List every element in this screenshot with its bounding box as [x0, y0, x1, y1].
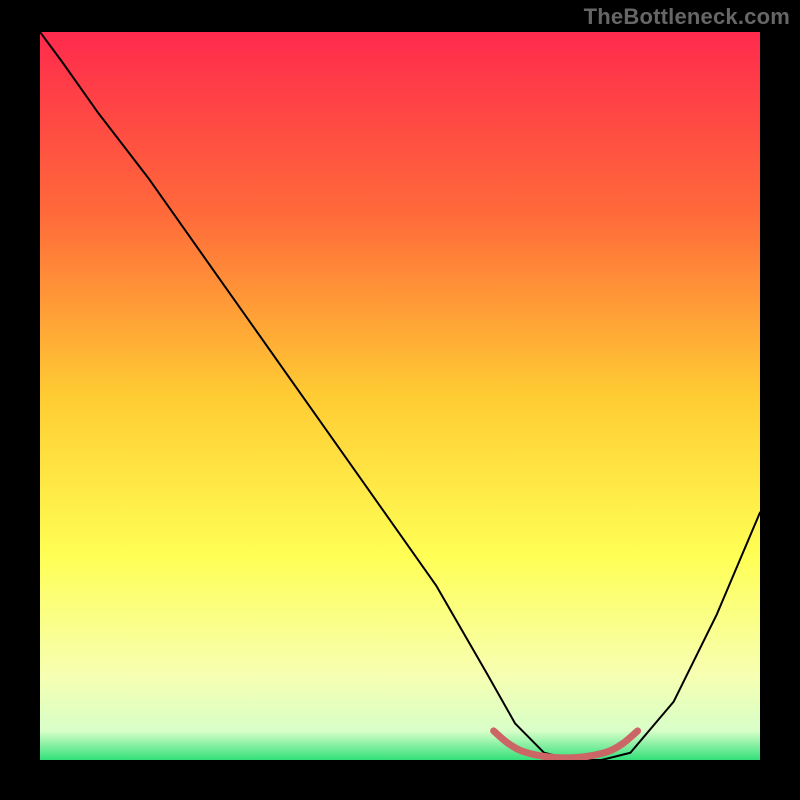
plot-area: [40, 32, 760, 760]
plot-svg: [40, 32, 760, 760]
plot-background: [40, 32, 760, 760]
watermark-label: TheBottleneck.com: [584, 4, 790, 30]
chart-frame: TheBottleneck.com: [0, 0, 800, 800]
